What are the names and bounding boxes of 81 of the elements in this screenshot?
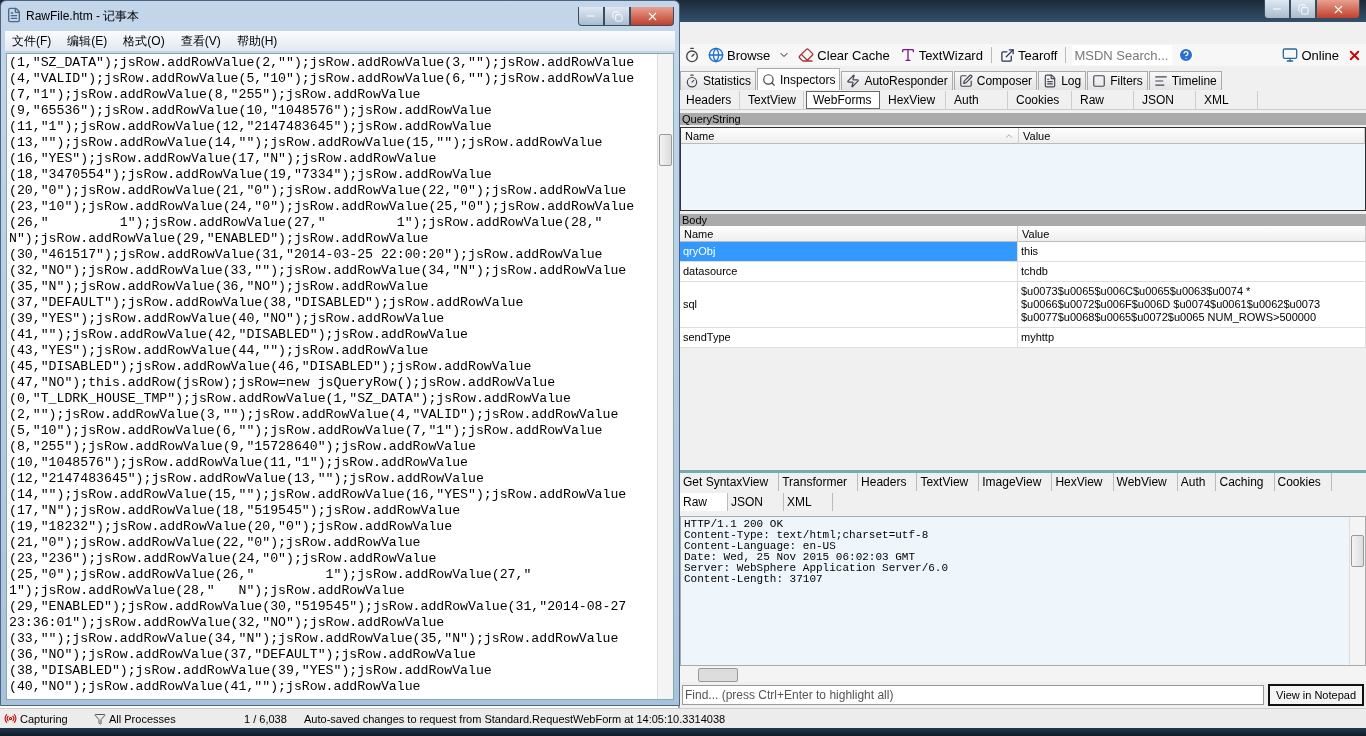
monitor-icon bbox=[1282, 47, 1299, 63]
tab[interactable]: TextView bbox=[917, 472, 980, 491]
tab[interactable]: Statistics bbox=[680, 71, 756, 90]
section-header: QueryString bbox=[680, 113, 1366, 125]
tab[interactable]: Raw bbox=[680, 493, 728, 511]
menu-item[interactable]: 编辑(E) bbox=[60, 32, 115, 50]
table-cell[interactable]: sendType bbox=[680, 328, 1018, 347]
table-cell: tchdb bbox=[1018, 262, 1366, 281]
column-header[interactable]: Name bbox=[681, 128, 1019, 144]
restore-icon bbox=[611, 10, 623, 22]
restore-icon bbox=[1297, 3, 1309, 15]
minimize-button[interactable] bbox=[1264, 0, 1290, 19]
tab[interactable]: Inspectors bbox=[757, 68, 841, 90]
globe-icon bbox=[708, 47, 724, 63]
table-cell: $u0073$u0065$u006C$u0065$u0063$u0074 * $u0066$u0072$u006F$u006D $u0074$u0061$u0062$u0073 $u0077$u0068$u0065$u0072$u0065 NUM_ROWS>500000 bbox=[1018, 282, 1366, 327]
tab-icon bbox=[846, 74, 861, 88]
letter-icon bbox=[899, 47, 916, 63]
tab[interactable]: XML bbox=[784, 493, 833, 511]
tab[interactable]: HexView bbox=[882, 90, 946, 109]
online-button[interactable]: Online bbox=[1280, 47, 1341, 63]
menu-item[interactable]: 查看(V) bbox=[173, 32, 228, 50]
scrollbar[interactable] bbox=[1349, 517, 1365, 665]
table-cell[interactable]: sql bbox=[680, 282, 1018, 327]
tab[interactable]: Timeline bbox=[1148, 71, 1222, 90]
tab[interactable]: Raw bbox=[1074, 90, 1134, 109]
tab[interactable]: AutoResponder bbox=[841, 71, 953, 90]
tab-icon bbox=[1153, 74, 1168, 88]
external-window-icon bbox=[999, 47, 1015, 63]
sort-icon bbox=[1004, 131, 1014, 141]
table-cell: this bbox=[1018, 242, 1366, 261]
tab[interactable]: WebView bbox=[1113, 472, 1178, 491]
tab[interactable]: XML bbox=[1198, 90, 1258, 109]
section-header: Body bbox=[680, 214, 1366, 226]
column-header[interactable]: Value bbox=[1019, 128, 1365, 144]
tab[interactable]: Transformer bbox=[779, 472, 859, 491]
tab-icon bbox=[762, 72, 776, 87]
tab[interactable]: Auth bbox=[1177, 472, 1217, 491]
response-text: HTTP/1.1 200 OK Content-Type: text/html;charset=utf-8 Content-Language: en-US Date: Wed, 25 Nov 2015 06:02:03 GMT Server: WebSphere Application Server/6.0 Content-Length: 37107 bbox=[683, 517, 950, 587]
capture-icon bbox=[4, 712, 17, 725]
browse-button[interactable]: Browse bbox=[706, 47, 773, 63]
tab-icon bbox=[1092, 74, 1107, 88]
maximize-button[interactable] bbox=[1290, 0, 1316, 19]
process-filter[interactable]: All Processes bbox=[94, 712, 234, 725]
capturing-status[interactable]: Capturing bbox=[4, 712, 84, 725]
tab[interactable]: JSON bbox=[1136, 90, 1196, 109]
tab-icon bbox=[1043, 74, 1058, 88]
menu-item[interactable]: 帮助(H) bbox=[229, 32, 285, 50]
menu-item[interactable]: 格式(O) bbox=[116, 32, 172, 50]
scrollbar[interactable] bbox=[657, 54, 673, 699]
menu-item[interactable]: 文件(F) bbox=[5, 32, 59, 50]
tab[interactable]: Auth bbox=[948, 90, 1008, 109]
table-cell[interactable]: datasource bbox=[680, 262, 1018, 281]
close-button[interactable] bbox=[1316, 0, 1360, 19]
clear-cache-button[interactable]: Clear Cache bbox=[796, 47, 892, 63]
view-in-notepad-button[interactable]: View in Notepad bbox=[1268, 684, 1364, 706]
tab[interactable]: Log bbox=[1038, 71, 1087, 90]
tab[interactable]: Filters bbox=[1087, 71, 1148, 90]
scrollbar[interactable] bbox=[680, 666, 1366, 682]
search-field[interactable]: MSDN Search... bbox=[1072, 45, 1173, 65]
table-cell: myhttp bbox=[1018, 328, 1366, 347]
tab[interactable]: JSON bbox=[728, 493, 785, 511]
status-message: Auto-saved changes to request from Standard.RequestWebForm at 14:05:10.3314038 bbox=[304, 712, 726, 725]
tab-icon bbox=[685, 74, 699, 88]
tab[interactable]: WebForms bbox=[806, 90, 880, 109]
tab[interactable]: Get SyntaxView bbox=[680, 472, 780, 491]
tab[interactable]: TextView bbox=[742, 90, 804, 109]
eraser-icon bbox=[798, 47, 815, 63]
text-wizard-button[interactable]: TextWizard bbox=[897, 47, 985, 63]
tab[interactable]: Composer bbox=[953, 71, 1038, 90]
window-title: RawFile.htm - 记事本 bbox=[26, 8, 140, 25]
document-icon bbox=[6, 7, 22, 23]
tab[interactable]: Headers bbox=[858, 472, 918, 491]
maximize-button[interactable] bbox=[604, 7, 630, 26]
minimize-button[interactable] bbox=[578, 7, 604, 26]
find-field[interactable]: Find... (press Ctrl+Enter to highlight all) bbox=[682, 685, 1265, 705]
tearoff-button[interactable]: Tearoff bbox=[997, 47, 1060, 63]
session-count: 1 / 6,038 bbox=[244, 712, 288, 725]
tab[interactable]: Cookies bbox=[1010, 90, 1072, 109]
tab-icon bbox=[958, 74, 973, 88]
close-button[interactable] bbox=[630, 7, 674, 26]
filter-icon bbox=[94, 712, 106, 725]
